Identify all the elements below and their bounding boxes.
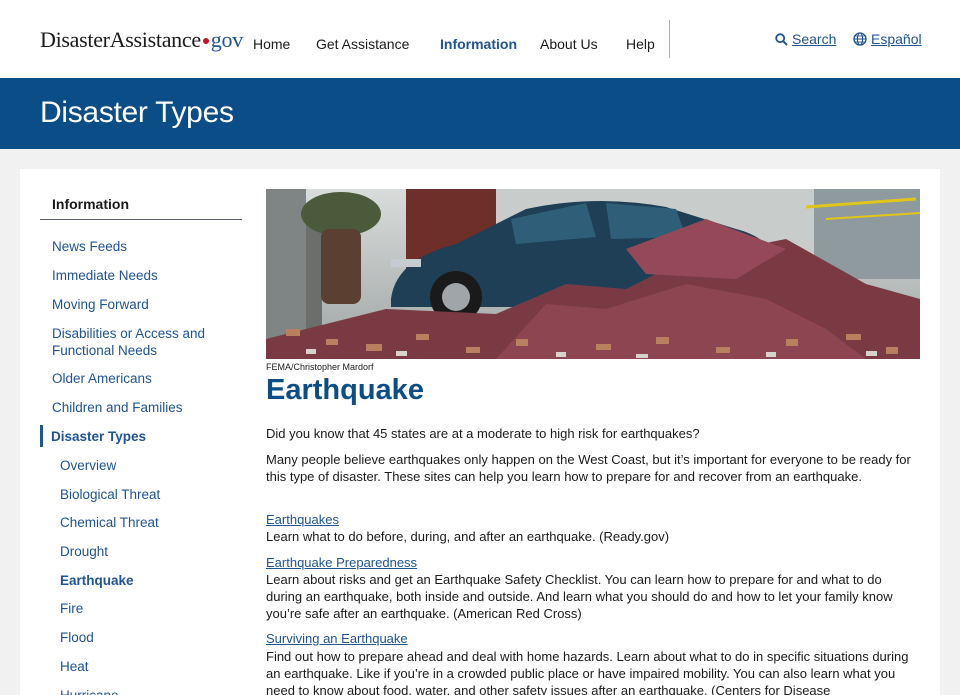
language-toggle[interactable]: Español — [853, 31, 922, 47]
search-label: Search — [792, 31, 837, 47]
sidebar-item-immediate-needs[interactable]: Immediate Needs — [52, 267, 158, 284]
resource-desc-earthquakes: Learn what to do before, during, and aft… — [266, 529, 670, 544]
logo-dot — [202, 37, 209, 44]
sidebar-item-children-families[interactable]: Children and Families — [52, 399, 183, 416]
globe-icon — [853, 32, 867, 46]
photo-credit: FEMA/Christopher Mardorf — [266, 362, 374, 372]
sidebar-item-disabilities[interactable]: Disabilities or Access and Functional Ne… — [52, 325, 222, 359]
nav-help[interactable]: Help — [626, 36, 655, 52]
logo-text-tld: gov — [210, 27, 243, 52]
site-logo[interactable]: DisasterAssistance gov — [40, 27, 243, 53]
search-icon — [775, 32, 788, 46]
sidebar-subitem-hurricane[interactable]: Hurricane — [60, 687, 119, 695]
search-link[interactable]: Search — [775, 31, 836, 47]
site-header: DisasterAssistance gov Home Get Assistanc… — [0, 0, 960, 78]
sidebar-title: Information — [52, 196, 129, 212]
page-banner-title: Disaster Types — [40, 96, 234, 129]
sidebar-item-news-feeds[interactable]: News Feeds — [52, 238, 127, 255]
sidebar-subitem-chemical-threat[interactable]: Chemical Threat — [60, 514, 159, 531]
earthquake-hero-image — [266, 189, 920, 359]
sidebar-subitem-biological-threat[interactable]: Biological Threat — [60, 486, 160, 503]
sidebar-item-older-americans[interactable]: Older Americans — [52, 370, 152, 387]
resource-desc-earthquake-preparedness: Learn about risks and get an Earthquake … — [266, 572, 893, 621]
resource-link-surviving-an-earthquake[interactable]: Surviving an Earthquake — [266, 631, 408, 646]
intro-paragraph-2: Many people believe earthquakes only hap… — [266, 452, 911, 484]
resource-link-earthquakes[interactable]: Earthquakes — [266, 512, 339, 527]
nav-get-assistance[interactable]: Get Assistance — [316, 36, 409, 52]
sidebar-active-indicator — [40, 425, 43, 447]
resource-link-earthquake-preparedness[interactable]: Earthquake Preparedness — [266, 555, 417, 570]
article-title: Earthquake — [266, 374, 424, 406]
nav-home[interactable]: Home — [253, 36, 290, 52]
nav-divider — [669, 20, 670, 58]
nav-information[interactable]: Information — [440, 36, 517, 52]
sidebar-item-disaster-types[interactable]: Disaster Types — [51, 428, 146, 445]
sidebar-subitem-overview[interactable]: Overview — [60, 457, 116, 474]
sidebar-subitem-heat[interactable]: Heat — [60, 658, 89, 675]
sidebar-subitem-flood[interactable]: Flood — [60, 629, 94, 646]
sidebar-item-moving-forward[interactable]: Moving Forward — [52, 296, 149, 313]
sidebar-subitem-fire[interactable]: Fire — [60, 600, 83, 617]
page-banner: Disaster Types — [0, 78, 960, 149]
sidebar-subitem-earthquake[interactable]: Earthquake — [60, 572, 134, 589]
sidebar-subitem-drought[interactable]: Drought — [60, 543, 108, 560]
resource-desc-surviving-an-earthquake: Find out how to prepare ahead and deal w… — [266, 649, 909, 695]
language-label: Español — [871, 31, 922, 47]
logo-text-main: DisasterAssistance — [40, 27, 201, 52]
intro-paragraph-1: Did you know that 45 states are at a mod… — [266, 426, 700, 441]
nav-about-us[interactable]: About Us — [540, 36, 598, 52]
sidebar-divider — [40, 219, 242, 220]
